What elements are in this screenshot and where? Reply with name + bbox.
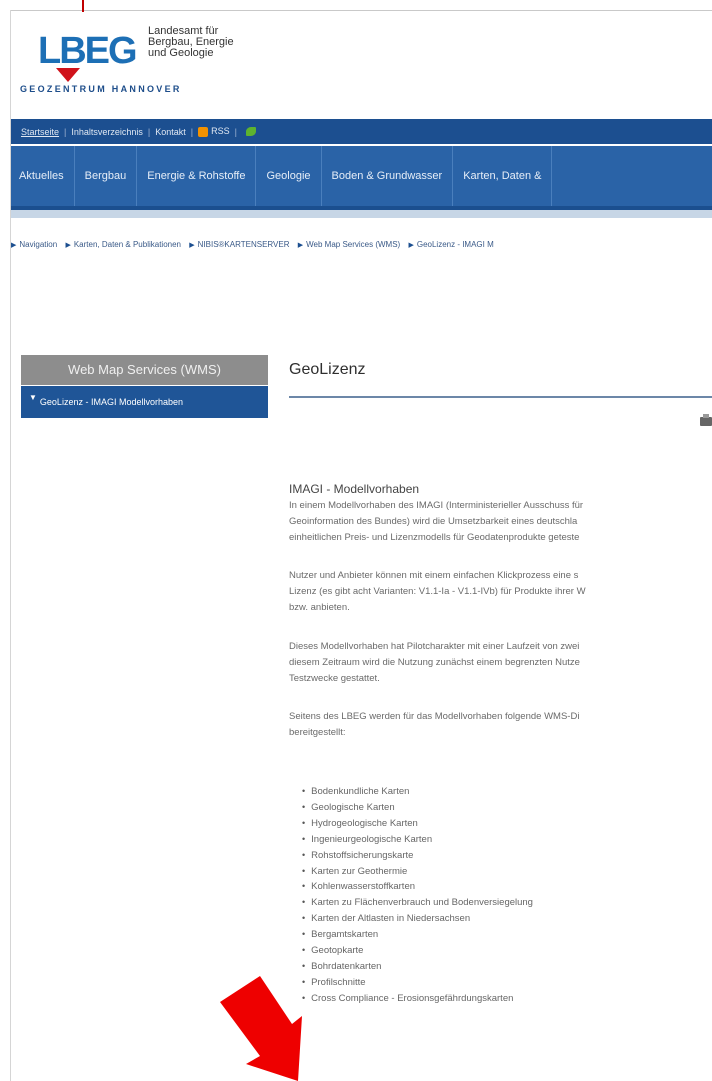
logo-subtitle: GEOZENTRUM HANNOVER [20, 84, 182, 94]
list-item[interactable]: Geotopkarte [302, 943, 533, 959]
text-line: einheitlichen Preis- und Lizenzmodells f… [289, 532, 580, 543]
paragraph-2: Nutzer und Anbieter können mit einem ein… [289, 568, 712, 616]
list-item[interactable]: Karten der Altlasten in Niedersachsen [302, 911, 533, 927]
list-item[interactable]: Rohstoffsicherungskarte [302, 848, 533, 864]
separator: | [234, 126, 237, 137]
nav-item-aktuelles[interactable]: Aktuelles [11, 146, 75, 206]
list-item[interactable]: Bergamtskarten [302, 927, 533, 943]
bullet-icon: ▼ [29, 393, 37, 402]
logo-triangle-icon [56, 68, 80, 82]
logo-mark: LBEG [38, 30, 138, 72]
toc-link[interactable]: Inhaltsverzeichnis [71, 127, 143, 137]
text-line: bereitgestellt: [289, 727, 346, 738]
list-item[interactable]: Karten zur Geothermie [302, 864, 533, 880]
breadcrumb-arrow-icon: ▶ [189, 242, 195, 249]
text-line: bzw. anbieten. [289, 602, 350, 613]
section-title: IMAGI - Modellvorhaben [289, 482, 420, 496]
rss-icon [198, 126, 209, 137]
list-item[interactable]: Bodenkundliche Karten [302, 784, 533, 800]
window-top-border [10, 10, 712, 11]
page-title: GeoLizenz [289, 361, 366, 378]
list-item[interactable]: Karten zu Flächenverbrauch und Bodenvers… [302, 895, 533, 911]
subnav-strip [11, 210, 712, 218]
list-item[interactable]: Geologische Karten [302, 800, 533, 816]
text-line: In einem Modellvorhaben des IMAGI (Inter… [289, 500, 584, 511]
contact-link[interactable]: Kontakt [155, 127, 186, 137]
text-line: Geoinformation des Bundes) wird die Umse… [289, 516, 578, 527]
paragraph-1: In einem Modellvorhaben des IMAGI (Inter… [289, 498, 712, 546]
nav-item-karten-daten[interactable]: Karten, Daten & [453, 146, 553, 206]
list-item[interactable]: Cross Compliance - Erosionsgefährdungska… [302, 991, 533, 1007]
text-line: Dieses Modellvorhaben hat Pilotcharakter… [289, 641, 580, 652]
sidebar: Web Map Services (WMS) ▼ GeoLizenz - IMAG… [21, 355, 268, 418]
nav-item-bergbau[interactable]: Bergbau [75, 146, 138, 206]
breadcrumb-item[interactable]: Karten, Daten & Publikationen [74, 240, 181, 249]
separator: | [147, 126, 151, 137]
main-navigation: Aktuelles Bergbau Energie & Rohstoffe Ge… [11, 146, 712, 210]
home-link[interactable]: Startseite [21, 127, 59, 137]
list-item[interactable]: Kohlenwasserstoffkarten [302, 879, 533, 895]
breadcrumb-item[interactable]: Navigation [19, 240, 57, 249]
list-item[interactable]: Ingenieurgeologische Karten [302, 832, 533, 848]
sidebar-item-geolizenz[interactable]: ▼ GeoLizenz - IMAGI Modellvorhaben [21, 386, 268, 418]
nav-item-geologie[interactable]: Geologie [256, 146, 322, 206]
logo-agency-name: Landesamt für Bergbau, Energie und Geolo… [148, 26, 234, 59]
service-bar: Startseite | Inhaltsverzeichnis | Kontak… [11, 119, 712, 144]
nav-item-energie-rohstoffe[interactable]: Energie & Rohstoffe [137, 146, 257, 206]
breadcrumb-arrow-icon: ▶ [297, 242, 304, 249]
paragraph-4: Seitens des LBEG werden für das Modellvo… [289, 709, 712, 741]
breadcrumb-arrow-icon: ▶ [11, 242, 17, 249]
breadcrumb-item[interactable]: NIBIS®KARTENSERVER [198, 240, 290, 249]
list-item[interactable]: Bohrdatenkarten [302, 959, 533, 975]
breadcrumb-arrow-icon: ▶ [65, 242, 71, 249]
sidebar-item-label: GeoLizenz - IMAGI Modellvorhaben [39, 397, 183, 407]
breadcrumb-item-current: GeoLizenz - IMAGI M [416, 240, 494, 249]
text-line: Seitens des LBEG werden für das Modellvo… [289, 711, 580, 722]
red-annotation-tick [82, 0, 84, 12]
separator: | [190, 126, 194, 137]
list-item[interactable]: Hydrogeologische Karten [302, 816, 533, 832]
text-line: Nutzer und Anbieter können mit einem ein… [289, 570, 579, 581]
text-line: Testzwecke gestattet. [289, 673, 380, 684]
leaf-icon[interactable] [246, 127, 256, 136]
text-line: Lizenz (es gibt acht Varianten: V1.1-Ia … [289, 586, 586, 597]
text-line: diesem Zeitraum wird die Nutzung zunächs… [289, 657, 580, 668]
rss-label: RSS [211, 126, 230, 137]
lbeg-logo[interactable]: LBEG Landesamt für Bergbau, Energie und … [20, 24, 280, 104]
separator: | [64, 126, 67, 137]
nav-item-boden-grundwasser[interactable]: Boden & Grundwasser [322, 146, 454, 206]
sidebar-heading[interactable]: Web Map Services (WMS) [21, 355, 268, 385]
breadcrumb-arrow-icon: ▶ [408, 242, 414, 249]
title-divider [289, 396, 712, 398]
wms-service-list: Bodenkundliche Karten Geologische Karten… [302, 784, 533, 1007]
print-icon[interactable] [700, 414, 712, 426]
main-content: GeoLizenz IMAGI - Modellvorhaben In eine… [289, 355, 712, 1004]
logo-line-3: und Geologie [148, 47, 214, 59]
breadcrumb-item[interactable]: Web Map Services (WMS) [306, 240, 400, 249]
rss-link[interactable]: RSS [198, 126, 230, 137]
breadcrumb: ▶ Navigation ▶ Karten, Daten & Publikation… [11, 240, 500, 249]
paragraph-3: Dieses Modellvorhaben hat Pilotcharakter… [289, 639, 712, 687]
red-annotation-arrow-icon [220, 976, 302, 1081]
list-item[interactable]: Profilschnitte [302, 975, 533, 991]
